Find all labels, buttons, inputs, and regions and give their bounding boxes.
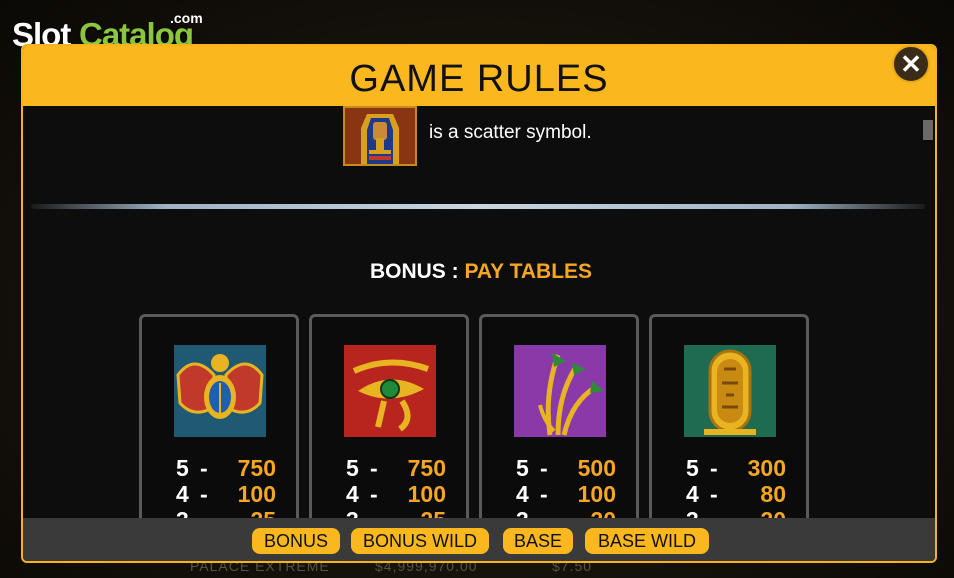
scrollbar-thumb[interactable]: [923, 120, 933, 140]
pay-dash: -: [540, 507, 560, 518]
paytable-values: 5-750 4-100 3-25: [346, 455, 446, 518]
pay-row: 5- 750: [176, 455, 276, 481]
rules-content[interactable]: is a scatter symbol. BONUS : PAY TABLES: [23, 106, 935, 518]
pay-dash: -: [710, 455, 718, 481]
game-rules-modal: GAME RULES is a scatter symbol. BONUS : …: [21, 44, 937, 563]
eye-of-horus-icon: [344, 345, 436, 437]
pay-dash: -: [200, 507, 220, 518]
pay-dash: -: [370, 481, 378, 507]
modal-title: GAME RULES: [349, 58, 609, 100]
pay-count: 3: [516, 507, 540, 518]
pay-row: 4- 100: [346, 481, 446, 507]
pay-value: 300: [747, 455, 786, 481]
paytable-card-scarab: 5-750 4-100 3-25: [139, 314, 299, 518]
modal-header: GAME RULES: [23, 46, 935, 106]
close-button[interactable]: ✕: [892, 45, 930, 83]
scatter-description: is a scatter symbol.: [429, 122, 592, 143]
pay-dash: -: [540, 481, 548, 507]
bonus-heading-prefix: BONUS :: [369, 260, 459, 283]
pay-row: 3-25: [176, 507, 276, 518]
pay-dash: -: [540, 455, 548, 481]
pay-value: 25: [390, 507, 446, 518]
cartouche-icon: [684, 345, 776, 437]
bonus-paytables-heading: BONUS : PAY TABLES: [23, 260, 935, 284]
pay-count: 3: [686, 507, 710, 518]
logo-com: .com: [170, 10, 203, 26]
paytable-values: 5-750 4-100 3-25: [176, 455, 276, 518]
pay-value: 100: [237, 481, 276, 507]
pay-row: 4- 100: [176, 481, 276, 507]
tab-bonus-wild[interactable]: BONUS WILD: [351, 528, 489, 554]
pay-row: 5- 300: [686, 455, 786, 481]
pay-row: 3-20: [686, 507, 786, 518]
pay-value: 80: [760, 481, 786, 507]
tab-base-wild[interactable]: BASE WILD: [585, 528, 709, 554]
pay-count: 5: [346, 455, 359, 481]
pay-value: 20: [560, 507, 616, 518]
rules-tab-bar: BONUS BONUS WILD BASE BASE WILD: [23, 518, 935, 561]
pay-value: 100: [407, 481, 446, 507]
section-divider: [31, 204, 925, 209]
pay-row: 4- 80: [686, 481, 786, 507]
paytable-card-cartouche: 5-300 4-80 3-20: [649, 314, 809, 518]
pay-count: 5: [686, 455, 699, 481]
pay-count: 4: [176, 481, 189, 507]
pay-count: 3: [176, 507, 200, 518]
papyrus-plant-icon: [514, 345, 606, 437]
pay-row: 3-25: [346, 507, 446, 518]
pay-value: 20: [730, 507, 786, 518]
pay-row: 4- 100: [516, 481, 616, 507]
pay-value: 500: [577, 455, 616, 481]
pay-value: 750: [407, 455, 446, 481]
paytable-card-eye: 5-750 4-100 3-25: [309, 314, 469, 518]
pay-count: 4: [516, 481, 529, 507]
pay-count: 5: [176, 455, 189, 481]
pay-value: 25: [220, 507, 276, 518]
pay-count: 4: [686, 481, 699, 507]
pay-row: 5- 500: [516, 455, 616, 481]
tab-base[interactable]: BASE: [503, 528, 573, 554]
pay-row: 5- 750: [346, 455, 446, 481]
pay-value: 100: [577, 481, 616, 507]
pay-dash: -: [710, 507, 730, 518]
pay-count: 4: [346, 481, 359, 507]
scarab-icon: [174, 345, 266, 437]
bonus-heading-accent: PAY TABLES: [464, 260, 593, 283]
pay-count: 3: [346, 507, 370, 518]
pay-dash: -: [200, 481, 208, 507]
pay-row: 3-20: [516, 507, 616, 518]
pay-dash: -: [370, 507, 390, 518]
paytable-card-papyrus: 5-500 4-100 3-20: [479, 314, 639, 518]
pay-count: 5: [516, 455, 529, 481]
pay-value: 750: [237, 455, 276, 481]
pay-dash: -: [370, 455, 378, 481]
tab-bonus[interactable]: BONUS: [252, 528, 340, 554]
close-icon: ✕: [900, 49, 922, 79]
paytable-values: 5-500 4-100 3-20: [516, 455, 616, 518]
pay-dash: -: [710, 481, 718, 507]
pharaoh-scatter-icon: [343, 106, 417, 166]
paytable-values: 5-300 4-80 3-20: [686, 455, 786, 518]
pay-dash: -: [200, 455, 208, 481]
